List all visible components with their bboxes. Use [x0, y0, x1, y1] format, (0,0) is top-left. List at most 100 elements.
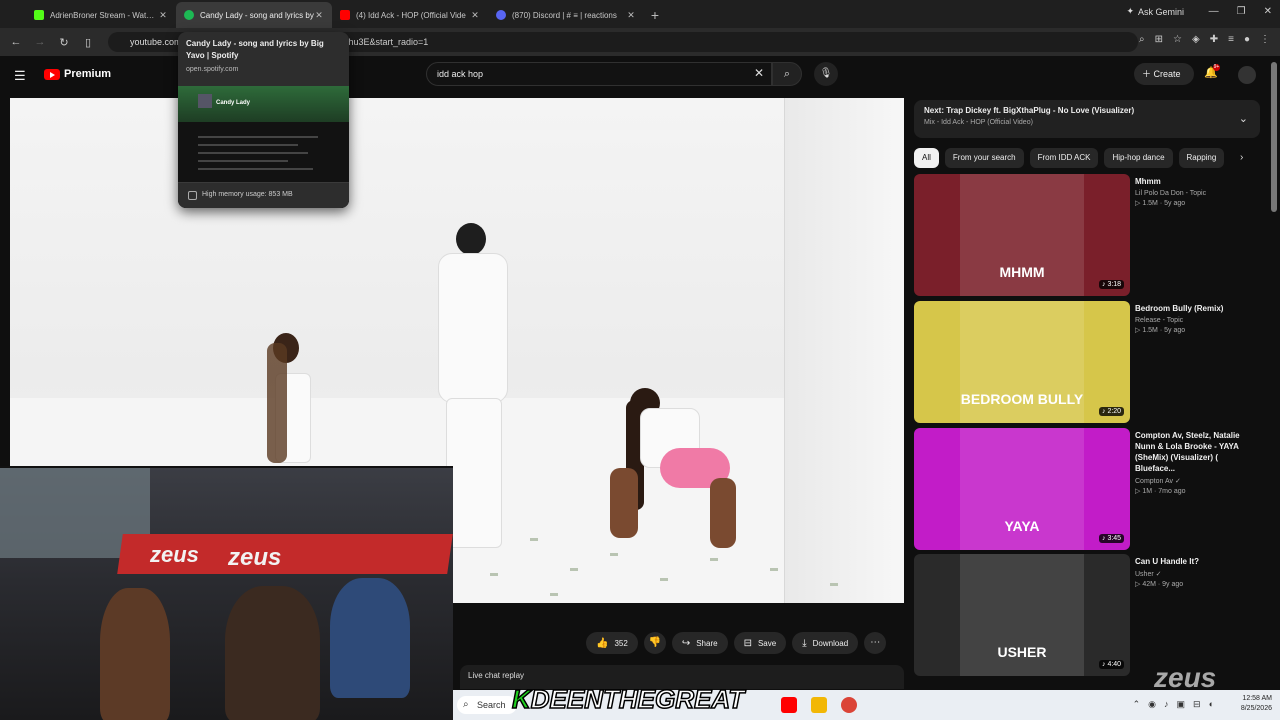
- address-icons: ⌕ ⊞ ☆ ◈ ✚ ≡ ● ⋮: [1139, 34, 1270, 45]
- tab-kick[interactable]: AdrienBroner Stream - Watch L ✕: [26, 2, 176, 28]
- up-next-title: Next: Trap Dickey ft. BigXthaPlug - No L…: [924, 106, 1135, 115]
- video-stats: ▷ 1.5M · 5y ago: [1135, 327, 1186, 334]
- video-thumbnail[interactable]: USHER: [914, 554, 1130, 676]
- clock-time: 12:58 AM: [1242, 695, 1272, 702]
- extension-icon[interactable]: ◈: [1192, 34, 1200, 45]
- channel-name[interactable]: Compton Av ✓: [1135, 477, 1260, 485]
- chip-from-search[interactable]: From your search: [944, 148, 1024, 168]
- close-window-icon[interactable]: ✕: [1264, 6, 1272, 17]
- avatar[interactable]: [1238, 66, 1256, 84]
- chip-hiphop-dance[interactable]: Hip-hop dance: [1104, 148, 1173, 168]
- recommendation-item[interactable]: YAYA ♪ 3:45 Compton Av, Steelz, Natalie Nu…: [914, 428, 1260, 550]
- zeus-banner-text-2: zeus: [228, 544, 282, 571]
- cash-bill: [710, 558, 718, 561]
- bookmark-star-icon[interactable]: ☆: [1173, 34, 1182, 45]
- back-icon[interactable]: ←: [4, 36, 28, 48]
- close-tab-icon[interactable]: ✕: [158, 10, 168, 21]
- chip-rapping[interactable]: Rapping: [1178, 148, 1225, 168]
- chrome-icon[interactable]: [841, 697, 857, 713]
- clear-search-icon[interactable]: ✕: [754, 66, 764, 80]
- video-title[interactable]: Compton Av, Steelz, Natalie Nunn & Lola …: [1135, 430, 1260, 474]
- recommendation-item[interactable]: USHER ♪ 4:40 Can U Handle It? Usher ✓ ▷ 42M …: [914, 554, 1260, 676]
- download-button[interactable]: ⤓ Download: [792, 632, 859, 654]
- taskbar-search[interactable]: Search: [457, 696, 517, 714]
- watermark-initial: K: [511, 683, 531, 715]
- create-button[interactable]: ＋ Create: [1134, 63, 1194, 85]
- tab-discord[interactable]: (870) Discord | # ≡ | reactions ✕: [488, 2, 644, 28]
- ask-gemini-button[interactable]: ✦ Ask Gemini: [1126, 6, 1184, 17]
- chip-all[interactable]: All: [914, 148, 939, 168]
- notification-badge: 9+: [1213, 64, 1220, 71]
- recommendation-item[interactable]: BEDROOM BULLY ♪ 2:20 Bedroom Bully (Remix)…: [914, 301, 1260, 423]
- channel-name[interactable]: Release - Topic: [1135, 317, 1260, 324]
- memory-usage: High memory usage: 853 MB: [178, 182, 349, 208]
- thumbnail-text: YAYA: [1004, 518, 1040, 534]
- streamer-watermark: KDEENTHEGREAT: [511, 683, 745, 715]
- like-button[interactable]: 👍 352: [586, 632, 638, 654]
- install-icon[interactable]: ⊞: [1155, 34, 1163, 45]
- maximize-icon[interactable]: ❐: [1237, 6, 1246, 17]
- puzzle-icon[interactable]: ✚: [1210, 34, 1218, 45]
- video-title[interactable]: Mhmm: [1135, 176, 1260, 187]
- minimize-icon[interactable]: —: [1209, 6, 1219, 17]
- taskbar-clock[interactable]: 12:58 AM 8/25/2026: [1241, 694, 1272, 714]
- channel-name[interactable]: Lil Polo Da Don - Topic: [1135, 190, 1260, 197]
- zeus-banner-text: zeus: [150, 542, 199, 567]
- save-button[interactable]: ⊟ Save: [733, 632, 787, 654]
- url-text-suffix: /hu3E&start_radio=1: [346, 37, 429, 47]
- chevron-down-icon[interactable]: ⌄: [1239, 112, 1248, 125]
- thumbnail-text: BEDROOM BULLY: [960, 391, 1084, 407]
- share-button[interactable]: ↪ Share: [671, 632, 728, 654]
- reload-icon[interactable]: ↻: [52, 36, 76, 49]
- video-title[interactable]: Can U Handle It?: [1135, 556, 1260, 567]
- video-thumbnail[interactable]: YAYA: [914, 428, 1130, 550]
- hover-card-title: Candy Lady - song and lyrics by Big Yavo…: [186, 39, 324, 60]
- cash-bill: [530, 538, 538, 541]
- youtube-logo[interactable]: Premium: [44, 68, 111, 80]
- dancer-left: [255, 333, 335, 473]
- menu-icon[interactable]: ⋮: [1260, 34, 1270, 45]
- clock-date: 8/25/2026: [1240, 705, 1272, 712]
- sidebar-icon[interactable]: ▯: [76, 36, 100, 49]
- cash-bill: [570, 568, 578, 571]
- search-button[interactable]: ⌕: [772, 62, 802, 86]
- dislike-button[interactable]: 👎: [643, 632, 666, 654]
- close-tab-icon[interactable]: ✕: [470, 10, 480, 21]
- share-icon: ↪: [681, 637, 691, 649]
- voice-search-icon[interactable]: 🎙: [814, 62, 838, 86]
- video-thumbnail[interactable]: MHMM: [914, 174, 1130, 296]
- tab-youtube[interactable]: (4) Idd Ack - HOP (Official Vide ✕: [332, 2, 488, 28]
- youtube-app-icon[interactable]: [781, 697, 797, 713]
- system-tray-icons[interactable]: ⌃◉♪▣⊟◐: [1133, 699, 1222, 710]
- more-actions-icon[interactable]: ⋯: [864, 632, 887, 654]
- scrollbar[interactable]: [1271, 62, 1277, 212]
- chip-from-channel[interactable]: From IDD ACK: [1029, 148, 1099, 168]
- streamer-webcam: zeus zeus: [0, 466, 453, 720]
- up-next-panel[interactable]: Next: Trap Dickey ft. BigXthaPlug - No L…: [914, 100, 1260, 138]
- file-explorer-icon[interactable]: [811, 697, 827, 713]
- hamburger-menu-icon[interactable]: ☰: [14, 68, 26, 84]
- chevron-right-icon[interactable]: ›: [1240, 152, 1243, 163]
- search-input[interactable]: idd ack hop: [426, 62, 772, 86]
- channel-name[interactable]: Usher ✓: [1135, 570, 1260, 578]
- tab-title: Candy Lady - song and lyrics by: [200, 10, 314, 20]
- video-thumbnail[interactable]: BEDROOM BULLY: [914, 301, 1130, 423]
- video-title[interactable]: Bedroom Bully (Remix): [1135, 303, 1260, 314]
- album-art: [198, 94, 212, 108]
- cash-bill: [550, 593, 558, 596]
- close-tab-icon[interactable]: ✕: [626, 10, 636, 21]
- media-icon[interactable]: ≡: [1228, 34, 1234, 45]
- duration-badge: ♪ 2:20: [1099, 407, 1125, 416]
- save-label: Save: [757, 638, 777, 648]
- new-tab-icon[interactable]: +: [644, 2, 666, 28]
- video-stats: ▷ 42M · 9y ago: [1135, 581, 1184, 588]
- tab-spotify[interactable]: Candy Lady - song and lyrics by ✕: [176, 2, 332, 28]
- forward-icon[interactable]: →: [28, 36, 52, 48]
- profile-icon[interactable]: ●: [1244, 34, 1250, 45]
- recommendation-item[interactable]: MHMM ♪ 3:18 Mhmm Lil Polo Da Don - Topic ▷ 1…: [914, 174, 1260, 296]
- youtube-logo-text: Premium: [64, 68, 112, 80]
- zoom-icon[interactable]: ⌕: [1139, 34, 1145, 45]
- create-label: Create: [1153, 69, 1181, 79]
- cash-bill: [660, 578, 668, 581]
- close-tab-icon[interactable]: ✕: [314, 10, 324, 21]
